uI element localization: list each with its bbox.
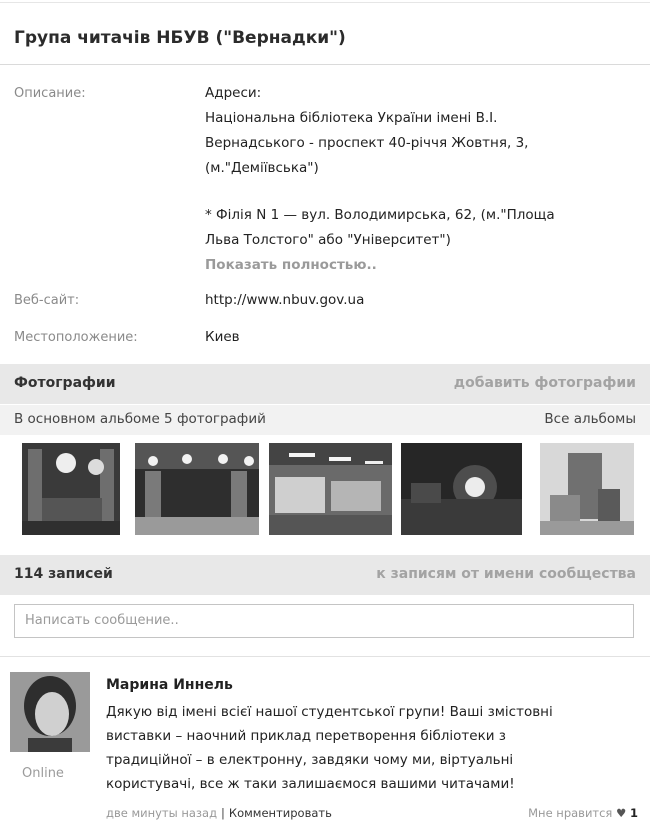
album-count[interactable]: В основном альбоме 5 фотографий (14, 411, 266, 427)
post-line: Дякую від імені всієї нашої студентської… (106, 704, 553, 720)
group-page: Група читачів НБУВ ("Вернадки") Описание… (0, 0, 650, 822)
heart-icon: ♥ (616, 806, 627, 820)
location-value: Киев (205, 329, 240, 345)
post-time[interactable]: две минуты назад (106, 806, 217, 820)
website-label: Веб-сайт: (14, 293, 80, 308)
post-divider (0, 656, 650, 657)
description-line: Вернадського - проспект 40-річчя Жовтня,… (205, 135, 529, 151)
description-text: Адреси: Національна бібліотека України і… (205, 81, 635, 278)
all-albums-link[interactable]: Все альбомы (544, 411, 636, 427)
description-line: Національна бібліотека України імені В.І… (205, 110, 498, 126)
like-count: 1 (629, 806, 638, 820)
post-author[interactable]: Марина Иннель (106, 677, 233, 693)
album-bar: В основном альбоме 5 фотографий Все альб… (0, 405, 650, 435)
post-line: користувачі, все ж таки залишаємося ваши… (106, 776, 515, 792)
website-link[interactable]: http://www.nbuv.gov.ua (205, 288, 635, 313)
description-label: Описание: (14, 86, 86, 101)
post-meta: две минуты назад | Комментировать (106, 806, 332, 820)
meta-separator: | (221, 806, 225, 820)
post-text: Дякую від імені всієї нашої студентської… (106, 700, 646, 796)
community-posts-link[interactable]: к записям от имени сообщества (376, 566, 636, 582)
post-line: виставки – наочний приклад перетворення … (106, 728, 506, 744)
title-divider (0, 64, 650, 65)
like-button[interactable]: Мне нравится ♥ 1 (528, 806, 638, 820)
description-line: Адреси: (205, 85, 262, 101)
posts-count: 114 записей (14, 566, 113, 582)
like-label: Мне нравится (528, 806, 613, 820)
photos-title: Фотографии (14, 375, 116, 391)
description-line: Льва Толстого" або "Університет") (205, 232, 451, 248)
photo-thumbnail[interactable] (22, 443, 121, 535)
photo-thumbnail[interactable] (135, 443, 260, 535)
show-more-link[interactable]: Показать полностью.. (205, 253, 635, 278)
photo-thumbnail[interactable] (540, 443, 635, 535)
location-label: Местоположение: (14, 330, 138, 345)
top-divider (0, 2, 650, 3)
wall-header: 114 записей к записям от имени сообществ… (0, 555, 650, 595)
post-line: традиційної – в електронну, завдяки чому… (106, 752, 514, 768)
avatar[interactable] (10, 672, 90, 752)
description-line: (м."Деміївська") (205, 160, 319, 176)
message-input[interactable]: Написать сообщение.. (14, 604, 634, 638)
photo-thumbnail[interactable] (269, 443, 393, 535)
photos-header: Фотографии добавить фотографии (0, 364, 650, 404)
photo-thumbnail[interactable] (401, 443, 523, 535)
online-status: Online (22, 766, 64, 781)
comment-link[interactable]: Комментировать (229, 806, 332, 820)
group-title: Група читачів НБУВ ("Вернадки") (14, 28, 346, 48)
add-photos-link[interactable]: добавить фотографии (454, 375, 636, 391)
description-line: * Філія N 1 — вул. Володимирська, 62, (м… (205, 207, 555, 223)
